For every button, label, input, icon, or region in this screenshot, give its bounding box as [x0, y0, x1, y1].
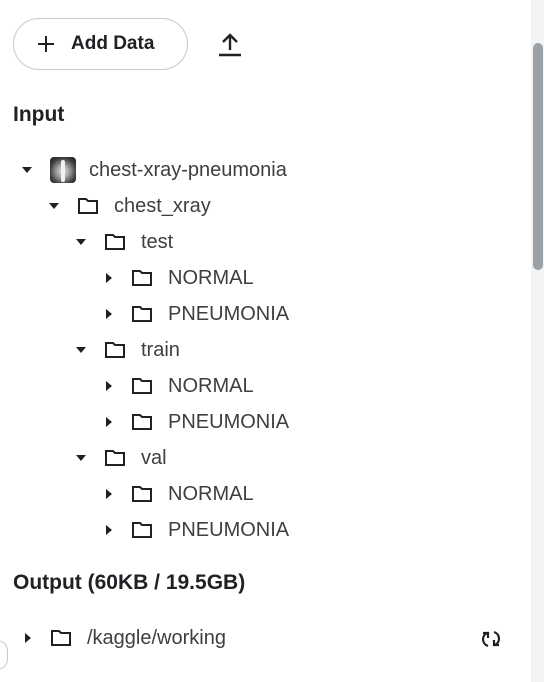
upload-icon[interactable] — [216, 31, 244, 59]
caret-down-icon[interactable] — [47, 203, 61, 209]
tree-item-val[interactable]: val — [74, 440, 167, 476]
caret-down-icon[interactable] — [74, 347, 88, 353]
folder-icon — [105, 234, 125, 250]
folder-icon — [51, 630, 71, 646]
tree-item-chest-xray[interactable]: chest_xray — [47, 188, 211, 224]
tree-item-train-normal[interactable]: NORMAL — [101, 368, 254, 404]
caret-right-icon[interactable] — [101, 417, 115, 427]
folder-icon — [132, 522, 152, 538]
folder-label: NORMAL — [168, 266, 254, 289]
refresh-icon[interactable] — [480, 628, 502, 650]
tree-item-test-pneumonia[interactable]: PNEUMONIA — [101, 296, 289, 332]
folder-label: PNEUMONIA — [168, 410, 290, 433]
output-section-title: Output (60KB / 19.5GB) — [13, 571, 246, 594]
caret-down-icon[interactable] — [74, 239, 88, 245]
data-panel: Add Data Input chest-xray-pneumonia ches… — [0, 0, 544, 682]
folder-label: NORMAL — [168, 482, 254, 505]
folder-label: PNEUMONIA — [168, 302, 290, 325]
dataset-label: chest-xray-pneumonia — [89, 158, 287, 181]
add-data-label: Add Data — [71, 33, 155, 54]
caret-down-icon[interactable] — [74, 455, 88, 461]
folder-icon — [132, 414, 152, 430]
scrollbar-thumb[interactable] — [533, 43, 543, 270]
caret-right-icon[interactable] — [20, 633, 34, 643]
add-data-button[interactable]: Add Data — [13, 18, 188, 70]
tree-item-test-normal[interactable]: NORMAL — [101, 260, 254, 296]
folder-label: test — [141, 230, 174, 253]
folder-icon — [105, 450, 125, 466]
plus-icon — [38, 36, 54, 52]
folder-label: val — [141, 446, 167, 469]
folder-label: /kaggle/working — [87, 626, 226, 649]
folder-icon — [132, 378, 152, 394]
tree-item-val-normal[interactable]: NORMAL — [101, 476, 254, 512]
caret-right-icon[interactable] — [101, 525, 115, 535]
caret-right-icon[interactable] — [101, 273, 115, 283]
tree-item-test[interactable]: test — [74, 224, 173, 260]
folder-icon — [105, 342, 125, 358]
dataset-thumbnail-icon — [50, 157, 76, 183]
tree-item-train-pneumonia[interactable]: PNEUMONIA — [101, 404, 289, 440]
folder-label: train — [141, 338, 180, 361]
caret-right-icon[interactable] — [101, 309, 115, 319]
folder-icon — [132, 486, 152, 502]
caret-right-icon[interactable] — [101, 381, 115, 391]
folder-label: PNEUMONIA — [168, 518, 290, 541]
tree-item-val-pneumonia[interactable]: PNEUMONIA — [101, 512, 289, 548]
tree-item-dataset[interactable]: chest-xray-pneumonia — [20, 152, 287, 188]
collapse-handle[interactable] — [0, 640, 8, 670]
tree-item-train[interactable]: train — [74, 332, 180, 368]
folder-icon — [132, 306, 152, 322]
folder-icon — [132, 270, 152, 286]
folder-icon — [78, 198, 98, 214]
tree-item-kaggle-working[interactable]: /kaggle/working — [20, 620, 226, 656]
caret-down-icon[interactable] — [20, 167, 34, 173]
folder-label: NORMAL — [168, 374, 254, 397]
folder-label: chest_xray — [114, 194, 211, 217]
caret-right-icon[interactable] — [101, 489, 115, 499]
input-section-title: Input — [13, 103, 65, 126]
